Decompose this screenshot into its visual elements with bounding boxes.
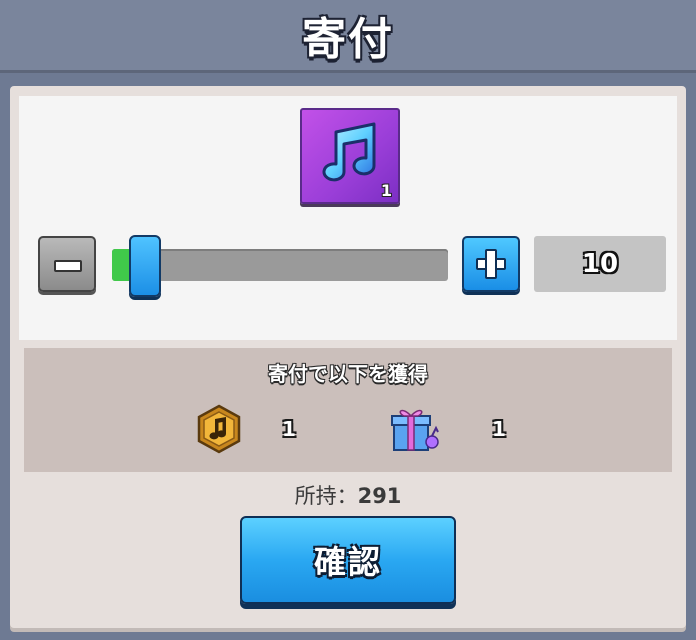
donate-panel: 1 10 寄付で以下を獲得 1 1 所持：291 確認 [10, 86, 686, 628]
increase-button[interactable] [462, 236, 520, 292]
page-title: 寄付 [302, 14, 394, 65]
confirm-button-label: 確認 [313, 543, 382, 581]
decrease-button[interactable] [38, 236, 96, 292]
reward-title: 寄付で以下を獲得 [268, 362, 428, 386]
item-selection-area: 1 10 [19, 96, 677, 340]
owned-label: 所持： [294, 484, 358, 508]
gift-box-icon [391, 409, 439, 451]
gold-music-medal-icon [197, 404, 241, 454]
confirm-button[interactable]: 確認 [240, 516, 456, 604]
item-card: 1 [300, 108, 400, 204]
reward-section: 寄付で以下を獲得 1 1 [24, 348, 672, 472]
minus-icon [54, 260, 82, 272]
owned-count: 所持：291 [10, 480, 686, 510]
owned-value: 291 [357, 484, 402, 508]
slider-thumb[interactable] [129, 235, 162, 297]
reward-value-gift: 1 [492, 417, 506, 441]
quantity-slider[interactable] [112, 235, 448, 297]
header-bar: 寄付 [0, 0, 696, 70]
reward-value-medal: 1 [282, 417, 296, 441]
item-count: 1 [380, 181, 392, 200]
quantity-display: 10 [534, 236, 666, 292]
quantity-value: 10 [581, 249, 619, 279]
music-note-icon [322, 122, 376, 182]
